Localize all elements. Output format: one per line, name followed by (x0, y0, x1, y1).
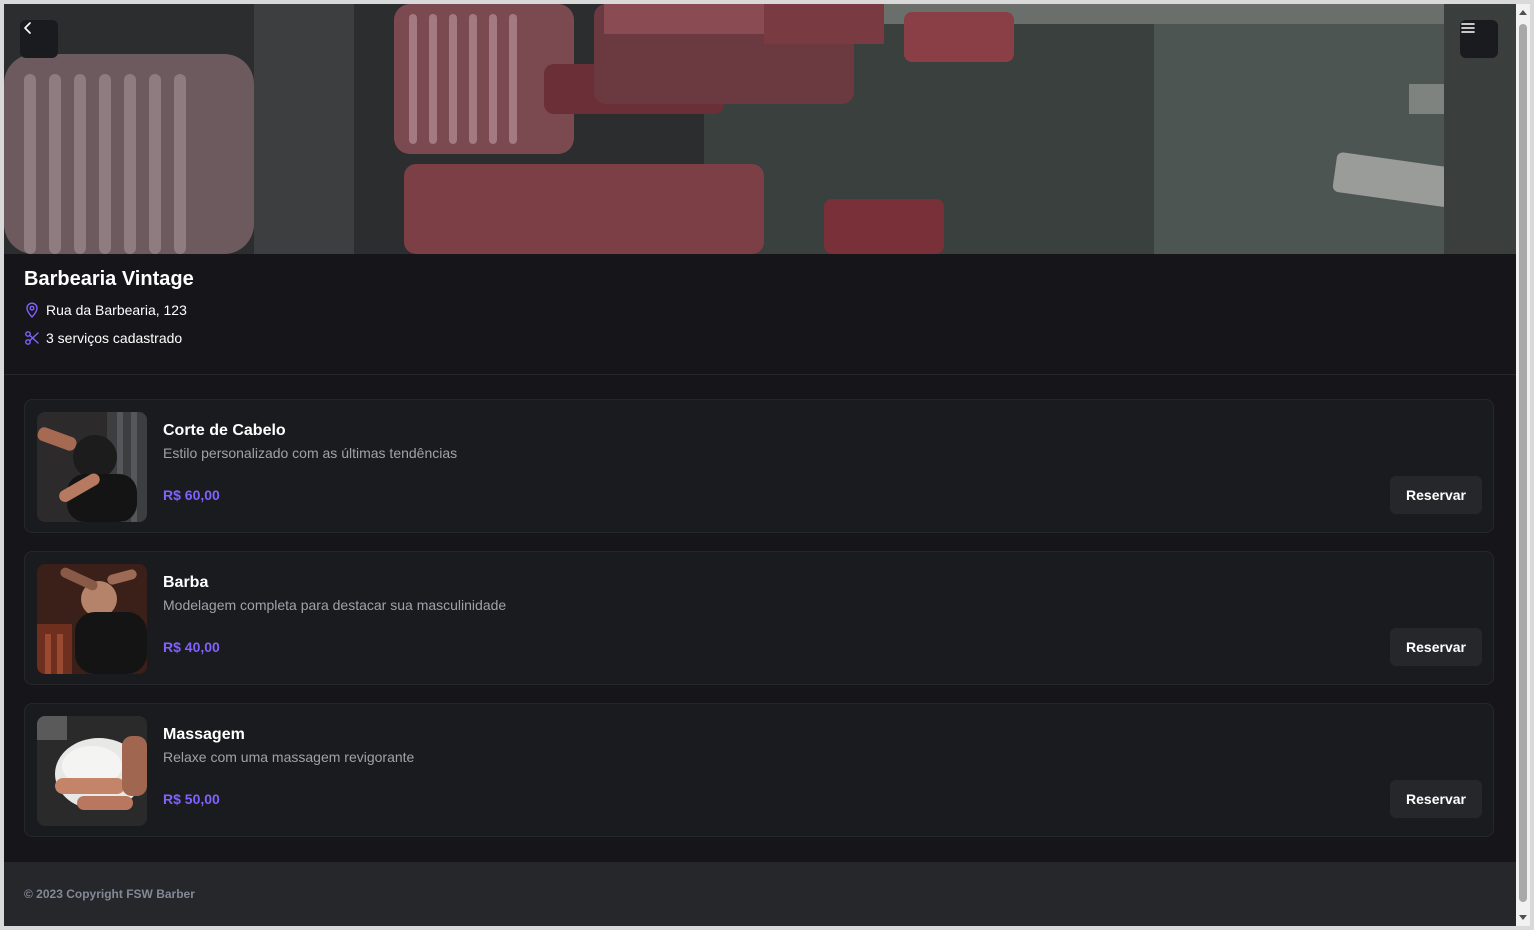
scroll-up-arrow-icon[interactable] (1519, 10, 1527, 15)
footer-copyright: © 2023 Copyright FSW Barber (24, 887, 195, 901)
barbershop-info: Barbearia Vintage Rua da Barbearia, 123 … (4, 254, 1516, 375)
page-viewport: Barbearia Vintage Rua da Barbearia, 123 … (4, 4, 1516, 926)
scrollbar[interactable] (1516, 4, 1530, 926)
barbershop-services-count: 3 serviços cadastrado (24, 330, 182, 346)
service-price: R$ 40,00 (163, 639, 220, 655)
service-name: Massagem (163, 726, 245, 743)
barbershop-chairs-photo (4, 4, 1516, 254)
scrollbar-thumb[interactable] (1519, 24, 1527, 902)
barbershop-address: Rua da Barbearia, 123 (24, 302, 187, 318)
services-count-text: 3 serviços cadastrado (46, 330, 183, 346)
service-card: Barba Modelagem completa para destacar s… (24, 551, 1494, 685)
footer: © 2023 Copyright FSW Barber (4, 862, 1516, 926)
service-image (37, 716, 147, 826)
reserve-button[interactable]: Reservar (1390, 628, 1482, 666)
service-card: Corte de Cabelo Estilo personalizado com… (24, 399, 1494, 533)
reserve-button[interactable]: Reservar (1390, 476, 1482, 514)
service-description: Estilo personalizado com as últimas tend… (163, 445, 458, 461)
service-price: R$ 60,00 (163, 487, 220, 503)
service-name: Barba (163, 574, 209, 591)
address-text: Rua da Barbearia, 123 (46, 302, 187, 318)
service-price: R$ 50,00 (163, 791, 220, 807)
service-description: Relaxe com uma massagem revigorante (163, 749, 415, 765)
hero-image (4, 4, 1516, 254)
service-name: Corte de Cabelo (163, 422, 286, 439)
scroll-down-arrow-icon[interactable] (1519, 915, 1527, 920)
reserve-button[interactable]: Reservar (1390, 780, 1482, 818)
service-description: Modelagem completa para destacar sua mas… (163, 597, 507, 613)
chevron-left-icon (24, 22, 31, 34)
scissors-icon (25, 331, 39, 345)
service-image (37, 564, 147, 674)
massage-photo (37, 716, 147, 826)
beard-trim-photo (37, 564, 147, 674)
service-image (37, 412, 147, 522)
menu-button[interactable] (1460, 20, 1498, 58)
back-button[interactable] (20, 20, 58, 58)
barbershop-name: Barbearia Vintage (24, 268, 194, 290)
menu-icon (1461, 23, 1475, 33)
service-card: Massagem Relaxe com uma massagem revigor… (24, 703, 1494, 837)
map-pin-icon (26, 302, 38, 318)
haircut-photo (37, 412, 147, 522)
